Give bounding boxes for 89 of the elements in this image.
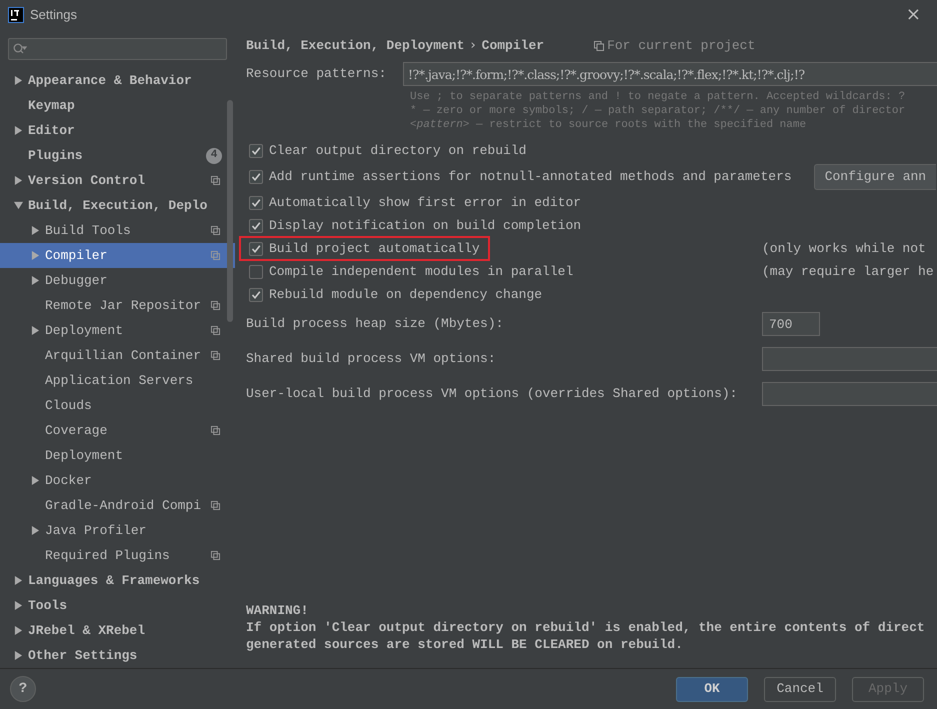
collapsed-arrow-icon[interactable] <box>14 626 23 635</box>
sidebar-item[interactable]: Application Servers <box>0 368 235 393</box>
checkbox-label: Clear output directory on rebuild <box>269 142 526 160</box>
checkmark-icon <box>251 244 261 254</box>
sidebar-item[interactable]: Debugger <box>0 268 235 293</box>
option-note: (may require larger he <box>762 262 934 281</box>
sidebar-item[interactable]: Deployment <box>0 443 235 468</box>
collapsed-arrow-icon[interactable] <box>14 126 23 135</box>
dialog-button[interactable]: Cancel <box>764 676 836 702</box>
field-label: User-local build process VM options (overrides Shared options): <box>246 385 738 404</box>
checkmark-icon <box>251 220 261 230</box>
update-count-badge: 4 <box>206 148 222 164</box>
collapsed-arrow-icon[interactable] <box>31 226 40 235</box>
window-title: Settings <box>30 6 77 24</box>
expanded-arrow-icon[interactable] <box>14 201 23 210</box>
checkmark-icon <box>251 146 261 156</box>
breadcrumb-section: Build, Execution, Deployment <box>246 36 464 56</box>
sidebar-item[interactable]: Java Profiler <box>0 518 235 543</box>
collapsed-arrow-icon[interactable] <box>31 526 40 535</box>
sidebar-item[interactable]: Tools <box>0 593 235 618</box>
checkbox[interactable] <box>249 264 263 278</box>
field-label: Shared build process VM options: <box>246 350 497 368</box>
sidebar-item[interactable]: Plugins 4 <box>0 143 235 168</box>
collapsed-arrow-icon[interactable] <box>14 601 23 610</box>
configure-button[interactable]: Configure ann <box>814 164 936 190</box>
checkbox[interactable] <box>249 288 263 302</box>
sidebar-item[interactable]: Build Tools <box>0 218 235 243</box>
collapsed-arrow-icon[interactable] <box>14 651 23 660</box>
scope-note: For current project <box>607 37 756 56</box>
collapsed-arrow-icon[interactable] <box>14 76 23 85</box>
collapsed-arrow-icon[interactable] <box>14 576 23 585</box>
sidebar-item[interactable]: Keymap <box>0 93 235 118</box>
app-logo-icon <box>8 7 24 23</box>
collapsed-arrow-icon[interactable] <box>14 176 23 185</box>
sidebar-item[interactable]: Deployment <box>0 318 235 343</box>
sidebar-item[interactable]: Clouds <box>0 393 235 418</box>
resource-patterns-field[interactable]: !?*.java;!?*.form;!?*.class;!?*.groovy;!?*.scala;!?*.flex;!?*.kt;!?*.clj;!? <box>403 62 937 86</box>
breadcrumb-separator: › <box>470 37 476 56</box>
sidebar-item[interactable]: Gradle-Android Compi <box>0 493 235 518</box>
checkbox[interactable] <box>249 242 263 256</box>
collapsed-arrow-icon[interactable] <box>31 476 40 485</box>
breadcrumb-page: Compiler <box>482 37 544 56</box>
checkmark-icon <box>251 290 261 300</box>
sidebar-item[interactable]: Compiler <box>0 243 235 268</box>
sidebar-item[interactable]: Required Plugins <box>0 543 235 568</box>
scrollbar-thumb[interactable] <box>227 100 233 322</box>
field-label: Resource patterns: <box>246 65 388 84</box>
project-scope-icon <box>594 41 604 51</box>
checkbox-label: Add runtime assertions for notnull-annotated methods and parameters <box>269 168 792 186</box>
collapsed-arrow-icon[interactable] <box>31 326 40 335</box>
sidebar-item[interactable]: JRebel & XRebel <box>0 618 235 643</box>
hint-text: Use ; to separate patterns and ! to negate a pattern. Accepted wildcards: ? <box>410 90 906 104</box>
checkbox-label: Rebuild module on dependency change <box>269 286 542 304</box>
sidebar-item[interactable]: Coverage <box>0 418 235 443</box>
checkbox-label: Build project automatically <box>269 240 480 258</box>
checkbox[interactable] <box>249 144 263 158</box>
checkbox-label: Compile independent modules in parallel <box>269 262 574 281</box>
sidebar-item[interactable]: Languages & Frameworks <box>0 568 235 593</box>
help-button[interactable]: ? <box>10 676 36 702</box>
sidebar-item[interactable]: Appearance & Behavior <box>0 68 235 93</box>
vm-options-field[interactable] <box>762 382 937 406</box>
option-note: (only works while not <box>762 240 926 258</box>
close-button[interactable]: × <box>906 6 921 24</box>
warning-text: If option 'Clear output directory on rebuild' is enabled, the entire contents of direct <box>246 619 926 636</box>
sidebar-item[interactable]: Editor <box>0 118 235 143</box>
sidebar-item[interactable]: Other Settings <box>0 643 235 668</box>
checkbox[interactable] <box>249 196 263 210</box>
sidebar-item[interactable]: Version Control <box>0 168 235 193</box>
warning-text: generated sources are stored WILL BE CLEARED on rebuild. <box>246 636 684 653</box>
search-icon <box>13 43 27 55</box>
field-label: Build process heap size (Mbytes): <box>246 315 504 334</box>
collapsed-arrow-icon[interactable] <box>31 276 40 285</box>
hint-text: * — zero or more symbols; / — path separator; /**/ — any number of director <box>410 104 906 118</box>
checkbox-label: Automatically show first error in editor <box>269 194 582 212</box>
sidebar-item[interactable]: Docker <box>0 468 235 493</box>
checkmark-icon <box>251 172 261 182</box>
checkmark-icon <box>251 198 261 208</box>
checkbox[interactable] <box>249 170 263 184</box>
sidebar-item[interactable]: Remote Jar Repositor <box>0 293 235 318</box>
sidebar-item[interactable]: Build, Execution, Deplo <box>0 193 235 218</box>
sidebar-item[interactable]: Arquillian Container <box>0 343 235 368</box>
checkbox-label: Display notification on build completion <box>269 216 582 235</box>
ok-button[interactable]: OK <box>676 676 748 702</box>
heap-size-field[interactable]: 700 <box>762 312 820 336</box>
hint-text: <pattern> — restrict to source roots with the specified name <box>410 118 808 132</box>
warning-text: WARNING! <box>246 602 310 619</box>
vm-options-field[interactable] <box>762 347 937 371</box>
checkbox[interactable] <box>249 218 263 232</box>
search-field[interactable] <box>8 38 227 60</box>
